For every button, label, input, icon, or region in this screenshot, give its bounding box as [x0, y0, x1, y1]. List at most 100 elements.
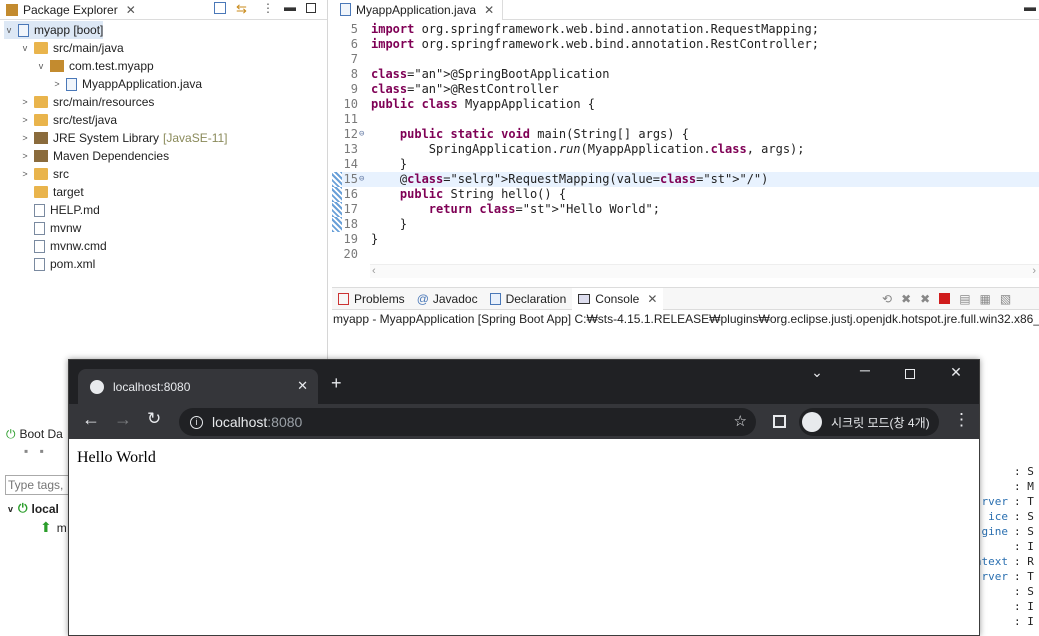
clear-console-icon[interactable]: ▤ — [959, 292, 970, 306]
code-line[interactable]: 13 SpringApplication.run(MyappApplicatio… — [332, 142, 1039, 157]
bookmark-star-icon[interactable]: ☆ — [734, 412, 747, 430]
collapsed-icon[interactable]: > — [20, 151, 30, 161]
scroll-lock-icon[interactable]: ▦ — [980, 292, 991, 306]
tree-item[interactable]: v myapp [boot] — [4, 21, 104, 39]
collapsed-icon[interactable]: > — [20, 115, 30, 125]
reload-icon[interactable]: ↻ — [147, 409, 161, 429]
collapsed-icon[interactable]: > — [20, 133, 30, 143]
code-line[interactable]: 7 — [332, 52, 1039, 67]
fold-icon[interactable]: ⊖ — [359, 172, 364, 187]
tab-console[interactable]: Console ✕ — [572, 287, 664, 310]
code-line[interactable]: 14 } — [332, 157, 1039, 172]
window-minimize-icon[interactable]: ─ — [851, 362, 879, 378]
minimize-icon[interactable]: ▬ — [1024, 0, 1036, 14]
tree-item[interactable]: > src/main/resources — [20, 93, 154, 111]
side-panel-icon[interactable] — [773, 415, 786, 428]
new-tab-icon[interactable]: + — [331, 374, 342, 392]
log-message: : I — [1014, 540, 1034, 553]
fold-icon[interactable]: ⊖ — [359, 127, 364, 142]
code-line[interactable]: 18 } — [332, 217, 1039, 232]
code-area[interactable]: 5 import org.springframework.web.bind.ann… — [332, 22, 1039, 262]
window-maximize-icon[interactable] — [905, 369, 915, 379]
address-bar[interactable]: i localhost:8080 ☆ — [179, 408, 756, 436]
tree-item[interactable]: HELP.md — [20, 201, 100, 219]
srcfolder-icon — [34, 96, 48, 108]
close-icon[interactable]: ✕ — [647, 292, 657, 306]
tab-declaration[interactable]: Declaration — [484, 288, 573, 310]
collapsed-icon[interactable]: > — [20, 169, 30, 179]
pin-icon[interactable]: ⟲ — [882, 292, 892, 306]
close-tab-icon[interactable]: ✕ — [297, 378, 308, 394]
tree-item[interactable]: > JRE System Library [JavaSE-11] — [20, 129, 227, 147]
console-toolbar: ⟲ ✖ ✖ ▤ ▦ ▧ — [882, 292, 1011, 306]
tree-item[interactable]: target — [20, 183, 84, 201]
tree-item[interactable]: > src/test/java — [20, 111, 117, 129]
package-icon — [50, 60, 64, 72]
remove-all-icon[interactable]: ✖ — [920, 292, 930, 306]
tab-search-icon[interactable]: ⌄ — [803, 364, 831, 381]
tree-item[interactable]: pom.xml — [20, 255, 95, 273]
code-line[interactable]: 9 class="an">@RestController — [332, 82, 1039, 97]
code-line[interactable]: 5 import org.springframework.web.bind.ann… — [332, 22, 1039, 37]
close-icon[interactable]: ✕ — [484, 3, 494, 17]
code-text: class="an">@SpringBootApplication — [371, 67, 610, 81]
code-line[interactable]: 11 — [332, 112, 1039, 127]
link-editor-icon[interactable]: ⇆ — [236, 1, 247, 17]
tab-problems[interactable]: Problems — [332, 288, 411, 310]
line-number: 19 — [343, 232, 358, 246]
code-line[interactable]: 8 class="an">@SpringBootApplication — [332, 67, 1039, 82]
minimize-icon[interactable]: ▬ — [284, 0, 296, 14]
editor-tab-myapp-application[interactable]: MyappApplication.java ✕ — [332, 0, 504, 20]
code-line[interactable]: 10 public class MyappApplication { — [332, 97, 1039, 112]
expanded-icon[interactable]: v — [4, 25, 14, 35]
code-line[interactable]: 15 ⊖ @class="selrg">RequestMapping(value=… — [332, 172, 1039, 187]
expanded-icon[interactable]: v — [20, 43, 30, 53]
tree-item[interactable]: > Maven Dependencies — [20, 147, 169, 165]
code-line[interactable]: 12 ⊖ public static void main(String[] arg… — [332, 127, 1039, 142]
back-icon[interactable]: ← — [82, 409, 100, 430]
change-marker — [332, 202, 342, 217]
maximize-icon[interactable] — [306, 3, 316, 13]
window-close-icon[interactable]: ✕ — [942, 364, 970, 381]
word-wrap-icon[interactable]: ▧ — [1000, 292, 1011, 306]
local-target-label[interactable]: local — [32, 502, 59, 516]
change-marker — [332, 187, 342, 202]
view-menu-icon[interactable]: ⋮ — [262, 1, 274, 15]
debug-icon[interactable]: ▪ — [40, 444, 44, 458]
browser-menu-icon[interactable]: ⋮ — [953, 410, 970, 430]
tree-item[interactable]: v src/main/java — [20, 39, 124, 57]
tag-filter-input[interactable] — [5, 475, 75, 495]
browser-tab[interactable]: localhost:8080 ✕ — [78, 369, 318, 404]
site-info-icon[interactable]: i — [190, 415, 203, 429]
tree-item[interactable]: > MyappApplication.java — [52, 75, 202, 93]
tree-item[interactable]: > src — [20, 165, 69, 183]
code-line[interactable]: 17 return class="st">"Hello World"; — [332, 202, 1039, 217]
horizontal-scrollbar[interactable]: ‹ › — [370, 264, 1039, 278]
log-line: : S — [972, 464, 1039, 479]
remove-launch-icon[interactable]: ✖ — [901, 292, 911, 306]
tree-item[interactable]: v com.test.myapp — [36, 57, 154, 75]
forward-icon[interactable]: → — [114, 409, 132, 430]
collapsed-icon[interactable]: > — [20, 97, 30, 107]
scroll-right-icon[interactable]: › — [1032, 265, 1036, 277]
collapsed-icon[interactable]: > — [52, 79, 62, 89]
tree-item[interactable]: mvnw.cmd — [20, 237, 107, 255]
code-line[interactable]: 20 — [332, 247, 1039, 262]
terminate-icon[interactable] — [939, 293, 951, 304]
code-line[interactable]: 16 public String hello() { — [332, 187, 1039, 202]
expand-icon[interactable]: v — [8, 504, 13, 514]
collapse-all-icon[interactable] — [214, 2, 226, 14]
scroll-left-icon[interactable]: ‹ — [372, 265, 376, 277]
code-text: } — [371, 157, 408, 171]
boot-app-label[interactable]: m — [57, 521, 67, 535]
code-line[interactable]: 6 import org.springframework.web.bind.ann… — [332, 37, 1039, 52]
code-line[interactable]: 19} — [332, 232, 1039, 247]
tree-item[interactable]: mvnw — [20, 219, 81, 237]
close-icon[interactable]: ✕ — [126, 3, 136, 17]
expanded-icon[interactable]: v — [36, 61, 46, 71]
incognito-badge[interactable]: 시크릿 모드(창 4개) — [799, 408, 939, 436]
file-icon — [34, 203, 45, 217]
tab-javadoc[interactable]: @ Javadoc — [411, 288, 484, 310]
package-explorer-tab[interactable]: Package Explorer ✕ ⇆ ⋮ ▬ — [0, 0, 327, 20]
start-icon[interactable]: ▪ — [24, 444, 28, 458]
